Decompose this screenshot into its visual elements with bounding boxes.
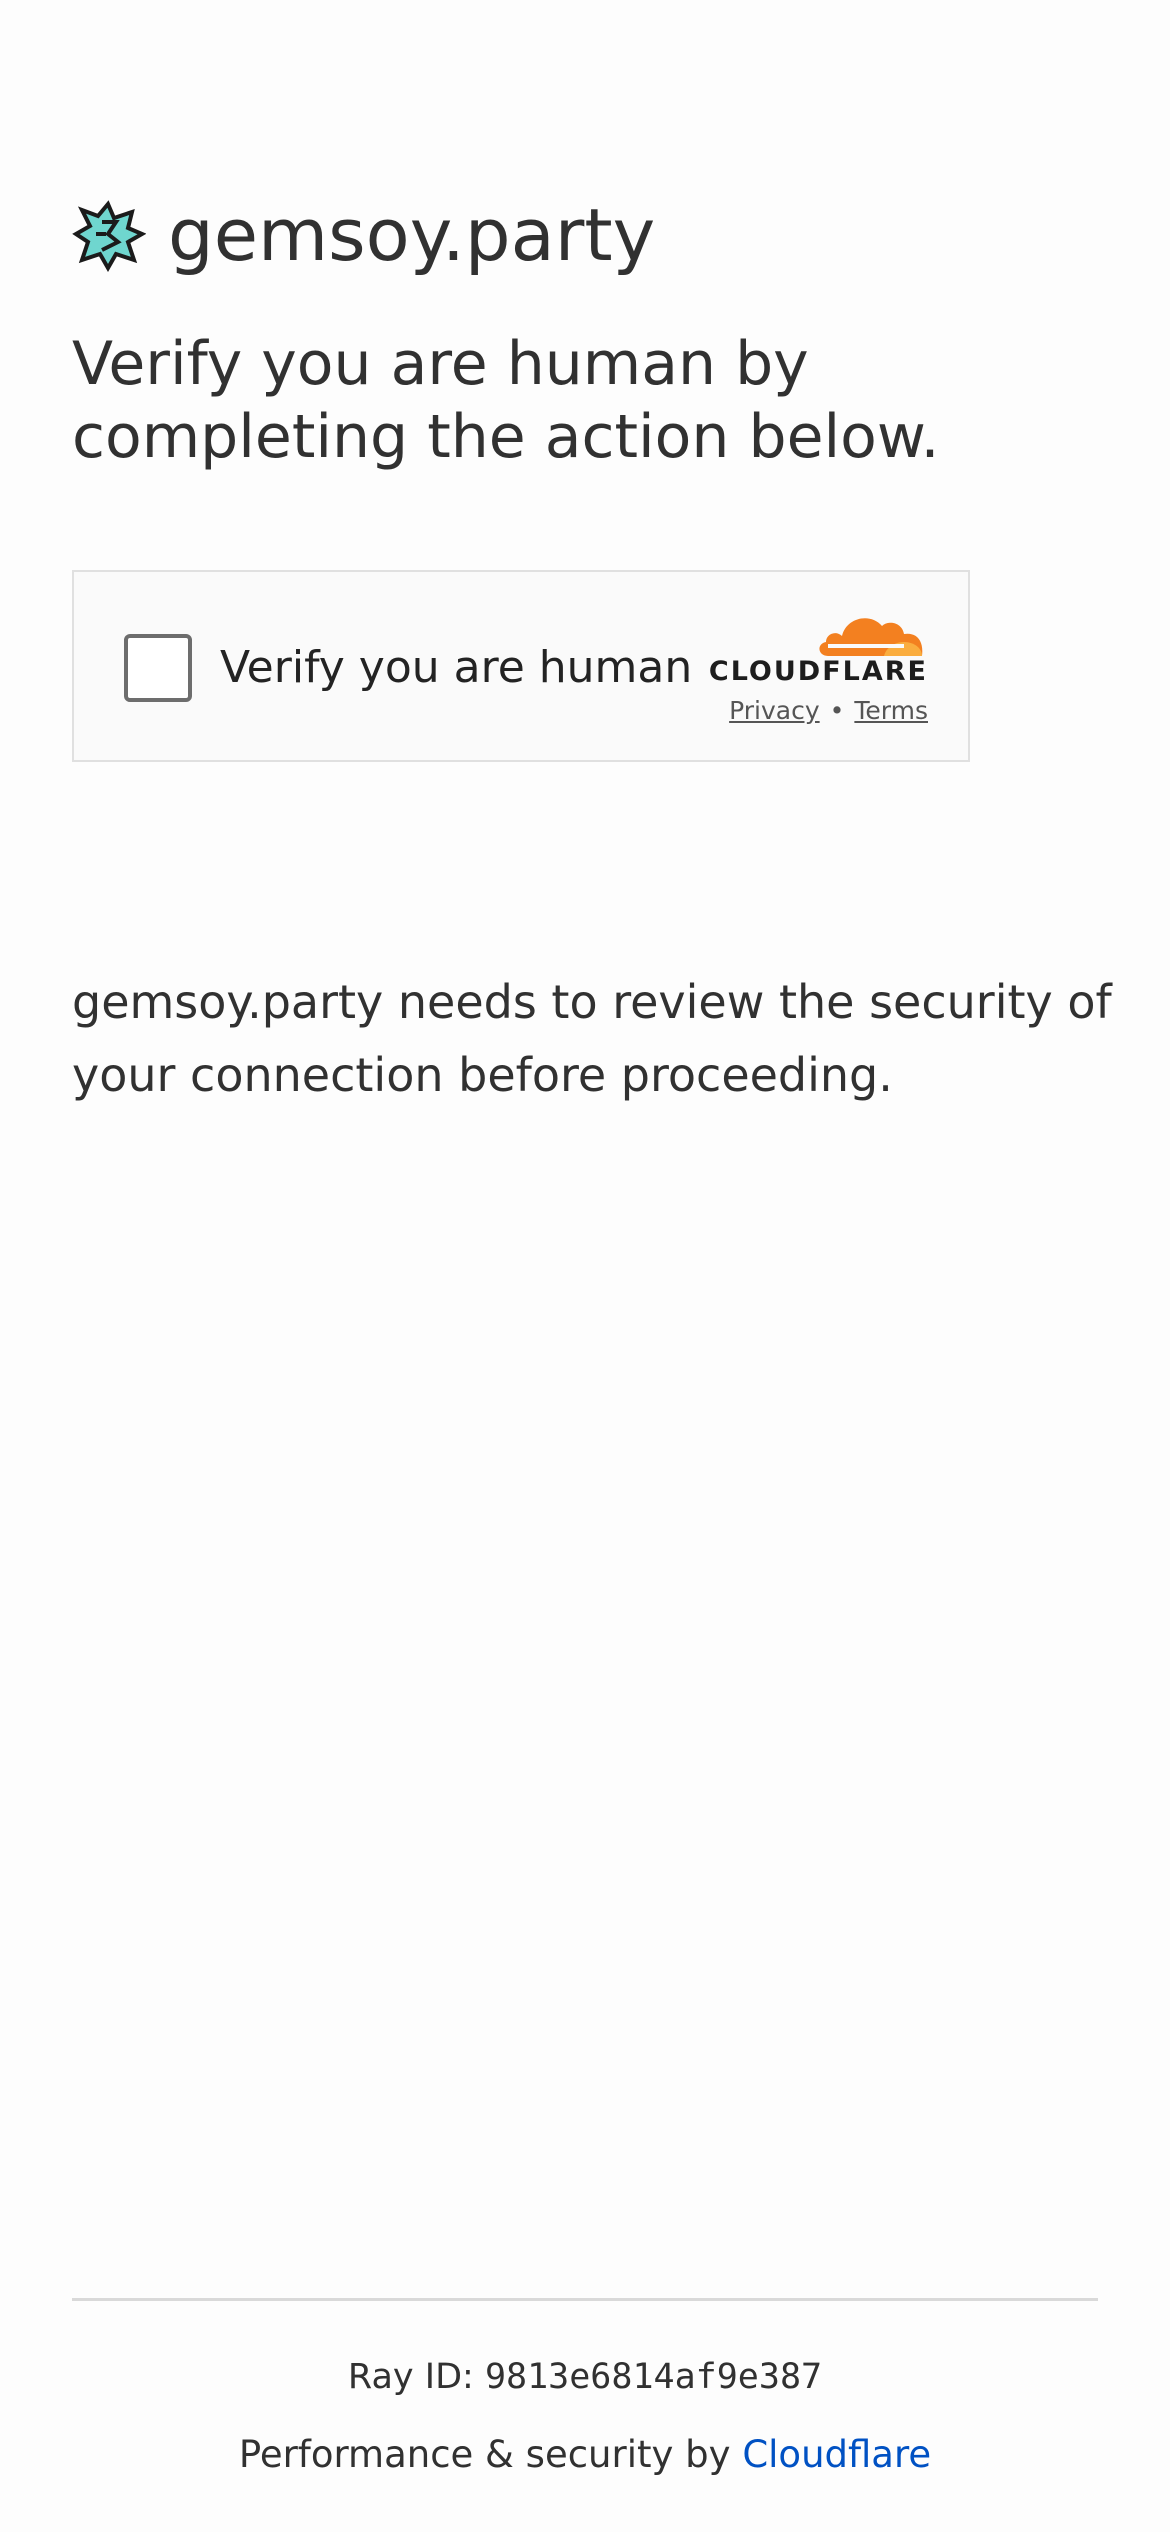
site-name: gemsoy.party: [168, 193, 656, 277]
site-header: gemsoy.party: [72, 190, 655, 280]
site-favicon-icon: [72, 200, 146, 272]
cloudflare-logo-icon: [819, 618, 923, 656]
page-headline: Verify you are human by completing the a…: [72, 329, 940, 472]
footer-divider: [72, 2298, 1098, 2301]
link-separator: •: [829, 696, 845, 725]
cloudflare-wordmark: CLOUDFLARE: [708, 656, 928, 687]
verification-widget: Verify you are human CLOUDFLARE Privacy •…: [72, 570, 970, 762]
verify-checkbox[interactable]: [124, 634, 192, 702]
performance-label: Performance & security by: [238, 2433, 743, 2476]
privacy-link[interactable]: Privacy: [729, 696, 820, 725]
widget-links: Privacy • Terms: [674, 696, 928, 725]
ray-id-label: Ray ID:: [347, 2357, 485, 2397]
verify-label[interactable]: Verify you are human: [220, 636, 692, 700]
cloudflare-link[interactable]: Cloudflare: [742, 2433, 931, 2476]
performance-credit: Performance & security by Cloudflare: [0, 2430, 1170, 2480]
security-description: gemsoy.party needs to review the securit…: [72, 975, 1112, 1102]
ray-id: Ray ID: 9813e6814af9e387: [0, 2352, 1170, 2402]
ray-id-value: 9813e6814af9e387: [484, 2357, 823, 2397]
terms-link[interactable]: Terms: [854, 696, 928, 725]
